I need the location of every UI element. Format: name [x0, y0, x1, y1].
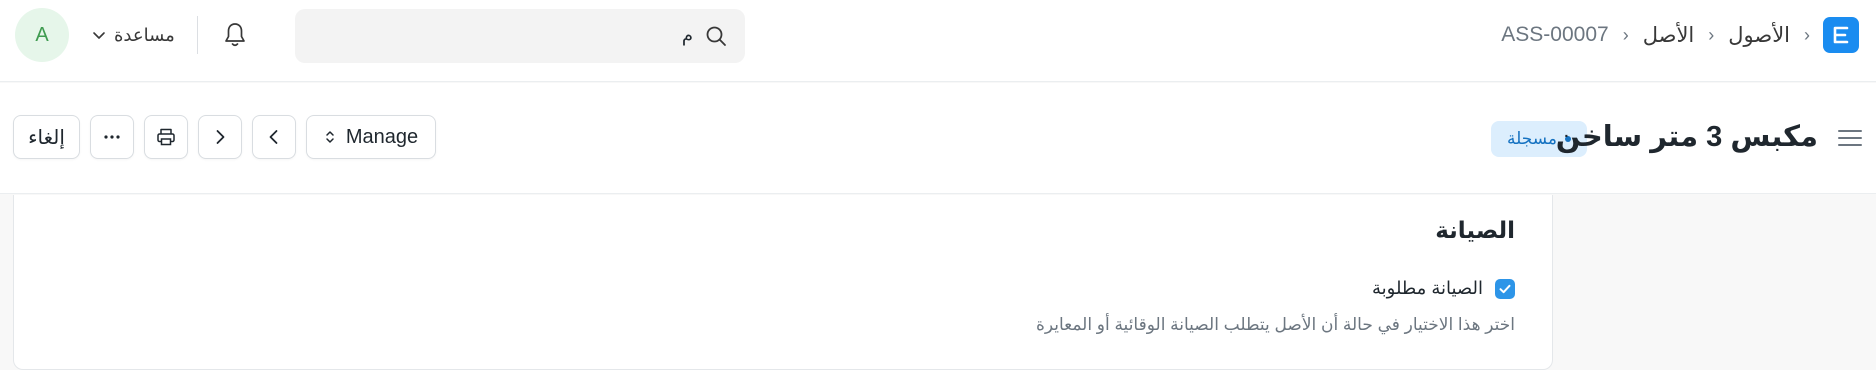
printer-icon [157, 128, 175, 146]
search-icon [706, 26, 726, 46]
previous-record-button[interactable] [252, 115, 296, 159]
manage-label: Manage [345, 125, 419, 148]
maintenance-required-field[interactable]: الصيانة مطلوبة [1372, 278, 1515, 299]
more-actions-button[interactable] [90, 115, 134, 159]
page-title: مكبس 3 متر ساخن [1555, 121, 1818, 153]
breadcrumb-separator: › [1804, 24, 1810, 45]
bell-icon [225, 23, 245, 47]
user-avatar[interactable]: A [15, 8, 69, 62]
chevron-down-icon [93, 32, 105, 39]
field-help-text: اختر هذا الاختيار في حالة أن الأصل يتطلب… [1035, 315, 1515, 334]
checkmark-icon [1499, 284, 1511, 293]
sort-icon [326, 131, 334, 143]
help-label: مساعدة [114, 24, 175, 45]
search-input[interactable]: م [682, 25, 693, 46]
chevron-left-icon [269, 130, 278, 144]
app-logo[interactable] [1823, 17, 1859, 53]
navbar-divider [197, 16, 198, 54]
maintenance-required-checkbox[interactable] [1495, 278, 1515, 299]
breadcrumb-record-id[interactable]: ASS-00007 [1501, 23, 1608, 47]
search-bar[interactable]: م [295, 9, 745, 63]
more-icon [104, 135, 120, 139]
sidebar-toggle-icon[interactable] [1837, 127, 1863, 149]
status-label: مسجلة [1507, 129, 1557, 148]
section-title-maintenance: الصيانة [1435, 217, 1515, 243]
manage-dropdown-button[interactable]: Manage [306, 115, 436, 159]
breadcrumb-separator: › [1622, 24, 1629, 45]
chevron-right-icon [216, 130, 225, 144]
next-record-button[interactable] [198, 115, 242, 159]
navbar: A مساعدة م › الأصول › الأصل › ASS-00007 [0, 0, 1876, 82]
form-card: الصيانة الصيانة مطلوبة اختر هذا الاختيار… [13, 195, 1553, 370]
cancel-button[interactable]: إلغاء [13, 115, 80, 159]
notifications-button[interactable] [221, 20, 249, 50]
help-dropdown[interactable]: مساعدة [92, 22, 175, 48]
breadcrumb: › الأصول › الأصل › ASS-00007 [1501, 20, 1810, 50]
breadcrumb-separator: › [1708, 24, 1715, 45]
breadcrumb-assets[interactable]: الأصول [1728, 23, 1790, 48]
maintenance-required-label: الصيانة مطلوبة [1372, 278, 1483, 298]
logo-letter-icon [1833, 26, 1849, 44]
breadcrumb-asset[interactable]: الأصل [1643, 23, 1695, 48]
print-button[interactable] [144, 115, 188, 159]
page-head: إلغاء Manage مسجلة مكبس 3 متر ساخن [0, 83, 1876, 194]
